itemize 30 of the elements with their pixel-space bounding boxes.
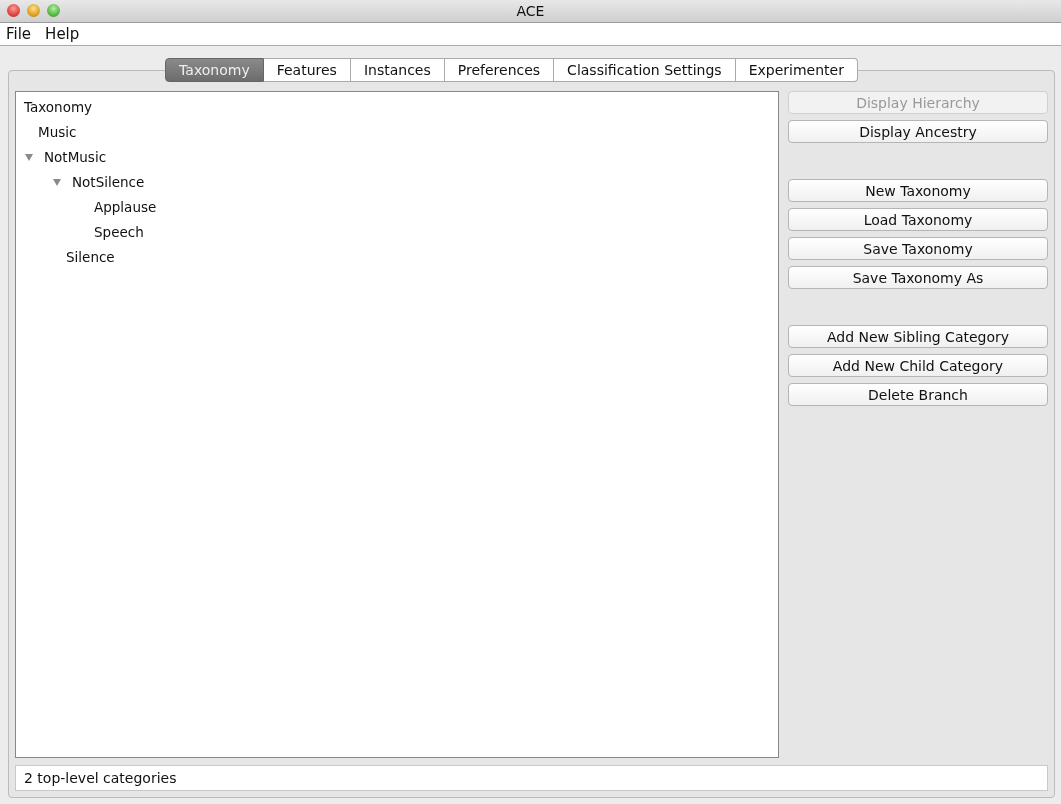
tab[interactable]: Classification Settings: [554, 58, 736, 82]
status-field: 2 top-level categories: [15, 765, 1048, 791]
action-button[interactable]: New Taxonomy: [788, 179, 1048, 202]
tab[interactable]: Experimenter: [735, 58, 858, 82]
tab[interactable]: Taxonomy: [165, 58, 264, 82]
tree-item[interactable]: Applause: [94, 198, 157, 215]
tree-item[interactable]: NotSilence: [72, 173, 145, 190]
expand-arrow-icon[interactable]: [24, 151, 34, 162]
tree-item[interactable]: Music: [38, 123, 77, 140]
action-button[interactable]: Add New Sibling Category: [788, 325, 1048, 348]
close-button[interactable]: [7, 4, 20, 17]
zoom-button[interactable]: [47, 4, 60, 17]
tree-item[interactable]: Speech: [94, 223, 144, 240]
expand-arrow-icon[interactable]: [52, 176, 62, 187]
tree-item[interactable]: Taxonomy: [24, 98, 93, 115]
action-button[interactable]: Delete Branch: [788, 383, 1048, 406]
tree-item[interactable]: NotMusic: [44, 148, 107, 165]
tab[interactable]: Preferences: [444, 58, 555, 82]
action-button[interactable]: Add New Child Category: [788, 354, 1048, 377]
action-button[interactable]: Save Taxonomy As: [788, 266, 1048, 289]
action-button[interactable]: Save Taxonomy: [788, 237, 1048, 260]
tree-item[interactable]: Silence: [66, 248, 115, 265]
menu-item[interactable]: Help: [41, 25, 88, 43]
window-title: ACE: [516, 3, 545, 19]
action-button[interactable]: Load Taxonomy: [788, 208, 1048, 231]
action-button[interactable]: Display Ancestry: [788, 120, 1048, 143]
tab[interactable]: Instances: [350, 58, 445, 82]
tab[interactable]: Features: [263, 58, 351, 82]
menu-item[interactable]: File: [2, 25, 40, 43]
minimize-button[interactable]: [27, 4, 40, 17]
